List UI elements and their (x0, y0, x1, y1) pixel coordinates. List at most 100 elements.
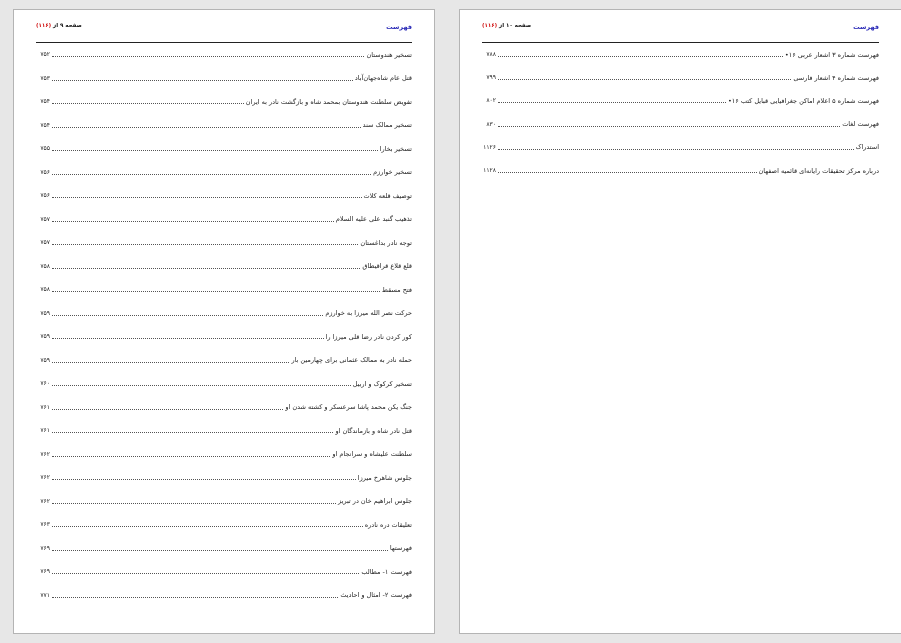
toc-entry[interactable]: فهرست ۲- امثال و احادیث ۷۷۱ (36, 584, 412, 608)
toc-entry-page-number: ۷۵۶ (40, 192, 50, 200)
toc-entry-page-number: ۷۶۹ (40, 544, 50, 552)
toc-entry[interactable]: تسخیر کرکوک و اربیل ۷۶۰ (36, 372, 412, 396)
toc-entry-title[interactable]: درباره مرکز تحقیقات رایانه‌ای قائمیه اصف… (759, 167, 879, 175)
toc-entry[interactable]: قتل نادر شاه و بازماندگان او ۷۶۱ (36, 419, 412, 443)
toc-entry-title[interactable]: توصیف قلعه کلات (364, 192, 412, 200)
toc-entry-title[interactable]: جلوس ابراهیم خان در تبریز (338, 497, 412, 505)
dot-leader (52, 361, 290, 363)
toc-entry-title[interactable]: فهرست لغات (842, 120, 879, 128)
dot-leader (498, 148, 854, 150)
toc-page-left: فهرست صفحه ۹ از (۱۱۶) تسخیر هندوستان ۷۵۲ ق… (13, 9, 435, 634)
toc-entry-title[interactable]: فهرست شماره ۴ اشعار فارسی (793, 74, 879, 82)
toc-entry[interactable]: فتح مسقط ۷۵۸ (36, 278, 412, 302)
toc-entry[interactable]: فهرست شماره ۴ اشعار فارسی ۷۹۹ (482, 66, 879, 89)
page-number-label: صفحه ۹ از (۱۱۶) (36, 23, 82, 29)
dot-leader (498, 56, 783, 58)
dot-leader (52, 56, 365, 58)
toc-entry-page-number: ۷۹۹ (486, 74, 496, 82)
toc-entry-title[interactable]: تسخیر ممالک سند (363, 121, 412, 129)
toc-entry[interactable]: فهرست شماره ۳ اشعار عربی ۱۶• ۷۸۸ (482, 43, 879, 66)
dot-leader (52, 432, 334, 434)
toc-entry-page-number: ۷۶۲ (40, 450, 50, 458)
toc-entry[interactable]: تسخیر ممالک سند ۷۵۴ (36, 114, 412, 138)
toc-entry[interactable]: فهرست لغات ۸۳۰ (482, 113, 879, 136)
toc-entry-title[interactable]: فهرستها (390, 544, 412, 552)
toc-entry-title[interactable]: استدراک (856, 143, 879, 151)
toc-entry[interactable]: تعلیقات دره نادره ۷۶۳ (36, 513, 412, 537)
dot-leader (498, 125, 841, 127)
toc-entry[interactable]: سلطنت علیشاه و سرانجام او ۷۶۲ (36, 443, 412, 467)
toc-entry-page-number: ۷۵۶ (40, 168, 50, 176)
toc-entry[interactable]: فهرست شماره ۵ اعلام اماکن جغرافیایی قبای… (482, 89, 879, 112)
toc-entry-title[interactable]: قتل نادر شاه و بازماندگان او (335, 427, 412, 435)
toc-entry-page-number: ۷۷۱ (40, 591, 50, 599)
toc-entry-title[interactable]: تسخیر بخارا (380, 145, 412, 153)
toc-page-right: فهرست صفحه ۱۰ از (۱۱۶) فهرست شماره ۳ اشع… (459, 9, 901, 634)
toc-entry-page-number: ۷۵۴ (40, 98, 50, 106)
toc-entry-title[interactable]: تذهیب گنبد علی علیه السلام (336, 215, 412, 223)
toc-entry[interactable]: تذهیب گنبد علی علیه السلام ۷۵۷ (36, 208, 412, 232)
toc-entry-page-number: ۷۵۷ (40, 215, 50, 223)
dot-leader (52, 338, 324, 340)
toc-entry[interactable]: تسخیر خوارزم ۷۵۶ (36, 161, 412, 185)
toc-entry-title[interactable]: فتح مسقط (382, 286, 412, 294)
toc-entry-title[interactable]: کور کردن نادر رضا قلی میرزا را (326, 333, 412, 341)
toc-entry-page-number: ۷۶۳ (40, 521, 50, 529)
dot-leader (52, 197, 362, 199)
toc-entry-title[interactable]: فهرست ۲- امثال و احادیث (340, 591, 412, 599)
toc-entry-page-number: ۷۶۱ (40, 403, 50, 411)
toc-entry-title[interactable]: تسخیر هندوستان (366, 51, 412, 59)
dot-leader (52, 385, 351, 387)
toc-entry-title[interactable]: تعلیقات دره نادره (365, 521, 412, 529)
toc-entry-page-number: ۱۱۲۸ (483, 167, 496, 175)
toc-entry[interactable]: جلوس ابراهیم خان در تبریز ۷۶۲ (36, 490, 412, 514)
toc-entry-page-number: ۱۱۲۶ (483, 143, 496, 151)
dot-leader (52, 220, 334, 222)
toc-entry[interactable]: حرکت نصر الله میرزا به خوارزم ۷۵۹ (36, 302, 412, 326)
toc-entry-page-number: ۷۵۹ (40, 309, 50, 317)
toc-entry-page-number: ۷۶۹ (40, 568, 50, 576)
toc-entry-title[interactable]: فهرست ۱- مطالب (361, 568, 412, 576)
toc-entry-title[interactable]: قلع قلاع قراقیطاق (362, 262, 412, 270)
toc-entry[interactable]: تسخیر هندوستان ۷۵۲ (36, 43, 412, 67)
toc-entry-page-number: ۷۵۵ (40, 145, 50, 153)
toc-entry-title[interactable]: تسخیر کرکوک و اربیل (353, 380, 412, 388)
toc-entry-page-number: ۸۳۰ (486, 120, 496, 128)
toc-entry[interactable]: استدراک ۱۱۲۶ (482, 136, 879, 159)
toc-entry-title[interactable]: جلوس شاهرخ میرزا (358, 474, 412, 482)
page-number-label: صفحه ۱۰ از (۱۱۶) (482, 23, 531, 29)
toc-entry-page-number: ۷۵۴ (40, 121, 50, 129)
toc-entry[interactable]: قتل عام شاه‌جهان‌آباد ۷۵۳ (36, 67, 412, 91)
toc-entry-title[interactable]: فهرست شماره ۵ اعلام اماکن جغرافیایی قبای… (728, 97, 879, 105)
toc-entry-title[interactable]: تسخیر خوارزم (373, 168, 412, 176)
toc-entry[interactable]: درباره مرکز تحقیقات رایانه‌ای قائمیه اصف… (482, 159, 879, 182)
toc-entry-page-number: ۷۶۱ (40, 427, 50, 435)
toc-entry[interactable]: جنگ یکن محمد پاشا سرعسکر و کشته شدن او ۷۶… (36, 396, 412, 420)
toc-entry[interactable]: تسخیر بخارا ۷۵۵ (36, 137, 412, 161)
toc-entry-title[interactable]: تفویض سلطنت هندوستان بمحمد شاه و بازگشت … (246, 98, 412, 106)
toc-entry[interactable]: توصیف قلعه کلات ۷۵۶ (36, 184, 412, 208)
dot-leader (498, 172, 757, 174)
toc-entry-title[interactable]: فهرست شماره ۳ اشعار عربی ۱۶• (785, 51, 879, 59)
dot-leader (498, 102, 726, 104)
toc-entry-page-number: ۷۵۸ (40, 262, 50, 270)
toc-entry-title[interactable]: توجه نادر بداغستان (360, 239, 412, 247)
toc-entry-title[interactable]: قتل عام شاه‌جهان‌آباد (355, 74, 412, 82)
dot-leader (52, 267, 361, 269)
toc-entry-title[interactable]: جنگ یکن محمد پاشا سرعسکر و کشته شدن او (285, 403, 412, 411)
toc-entry[interactable]: حمله نادر به ممالک عثمانی برای چهارمین ب… (36, 349, 412, 373)
toc-entry-title[interactable]: حمله نادر به ممالک عثمانی برای چهارمین ب… (291, 356, 412, 364)
toc-entry-page-number: ۷۵۷ (40, 239, 50, 247)
toc-entry[interactable]: فهرستها ۷۶۹ (36, 537, 412, 561)
toc-entry[interactable]: جلوس شاهرخ میرزا ۷۶۲ (36, 466, 412, 490)
toc-entry-title[interactable]: حرکت نصر الله میرزا به خوارزم (325, 309, 412, 317)
toc-entry[interactable]: توجه نادر بداغستان ۷۵۷ (36, 231, 412, 255)
toc-entry[interactable]: قلع قلاع قراقیطاق ۷۵۸ (36, 255, 412, 279)
toc-entry-title[interactable]: سلطنت علیشاه و سرانجام او (332, 450, 412, 458)
toc-entry[interactable]: کور کردن نادر رضا قلی میرزا را ۷۵۹ (36, 325, 412, 349)
dot-leader (52, 479, 356, 481)
dot-leader (52, 244, 359, 246)
dot-leader (52, 502, 336, 504)
toc-entry[interactable]: فهرست ۱- مطالب ۷۶۹ (36, 560, 412, 584)
toc-entry[interactable]: تفویض سلطنت هندوستان بمحمد شاه و بازگشت … (36, 90, 412, 114)
